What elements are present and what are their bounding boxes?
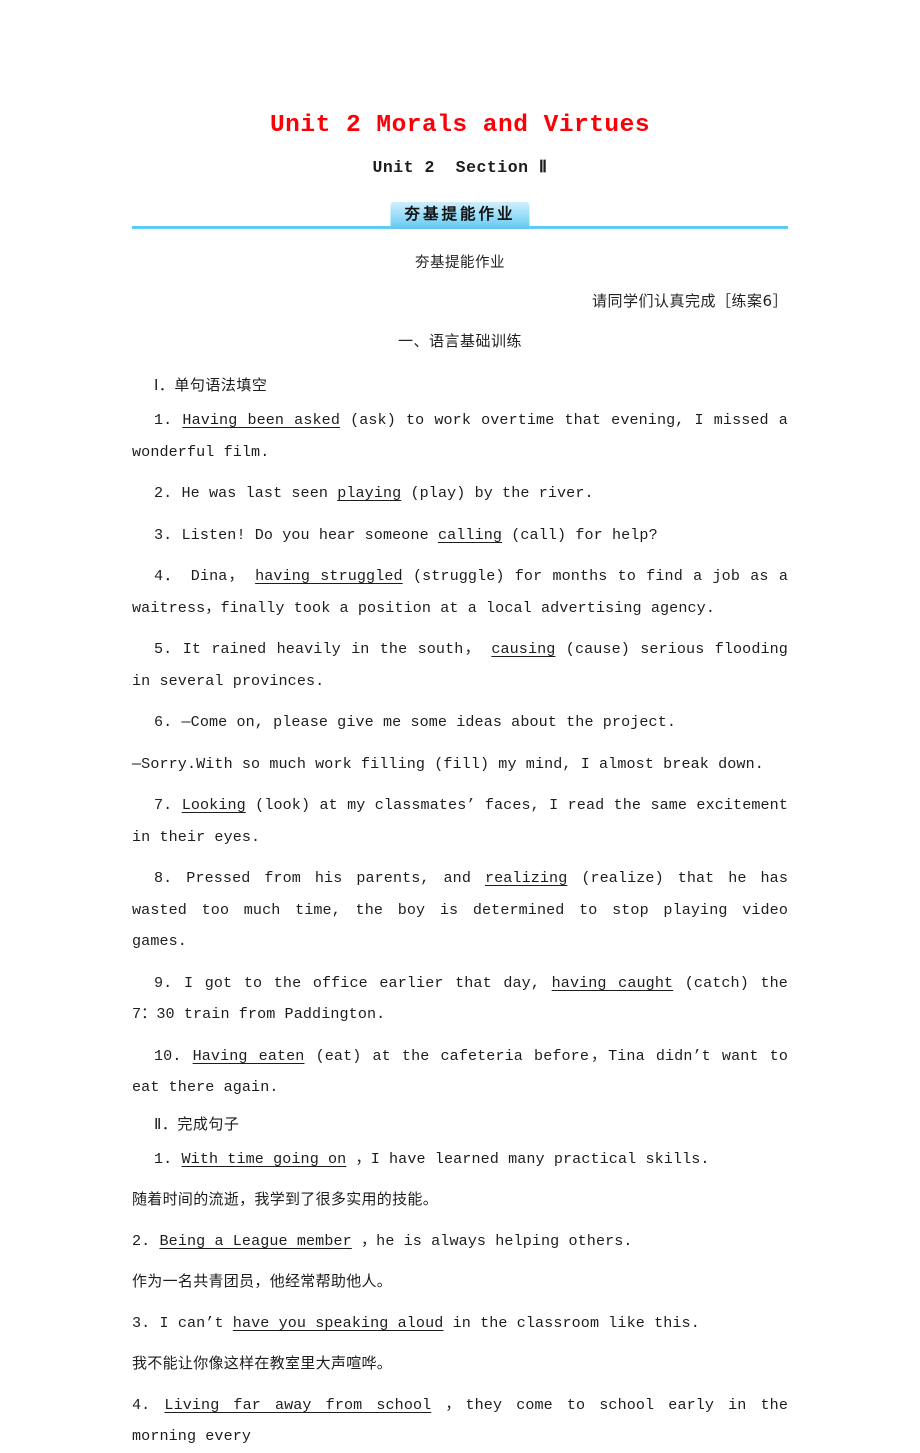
question-text-pre: Pressed from his parents, and	[186, 869, 471, 888]
question-number: 1.	[154, 411, 173, 430]
question-number: 1.	[154, 1149, 173, 1168]
question-item: 9. I got to the office earlier that day,…	[132, 958, 788, 1031]
question-item-continued: —Sorry.With so much work filling (fill) …	[132, 739, 788, 781]
unit-section-subtitle: Unit 2 Section Ⅱ	[372, 158, 548, 178]
page-title: Unit 2 Morals and Virtues	[269, 112, 651, 139]
instruction-note: 请同学们认真完成［练案6］	[591, 292, 788, 311]
translation-line: 作为一名共青团员，他经常帮助他人。	[132, 1272, 393, 1291]
question-text-pre: —Come on, please give me some ideas abou…	[181, 713, 677, 732]
question-item: 4． Dina， having struggled (struggle) for…	[132, 551, 788, 624]
answer-blank[interactable]: playing	[337, 484, 401, 502]
question-number: 5.	[154, 640, 173, 659]
question-item: 8. Pressed from his parents, and realizi…	[132, 853, 788, 958]
question-number: 2.	[132, 1231, 151, 1250]
question-number: 6.	[154, 713, 173, 732]
question-item: 6. —Come on, please give me some ideas a…	[132, 697, 788, 739]
document-page: Unit 2 Morals and Virtues Unit 2 Section…	[0, 0, 920, 1445]
question-number: 8.	[154, 869, 173, 888]
question-text-pre: Dina，	[190, 567, 245, 586]
answer-blank[interactable]: With time going on	[182, 1150, 347, 1168]
question-number: 4.	[132, 1395, 151, 1414]
question-text: ，I have learned many practical skills.	[355, 1149, 710, 1168]
question-number: 10.	[154, 1046, 182, 1065]
question-text-pre: He was last seen	[181, 484, 329, 503]
badge-caption: 夯基提能作业	[415, 255, 505, 272]
answer-blank[interactable]: calling	[438, 526, 502, 544]
question-item: 1. With time going on ，I have learned ma…	[132, 1134, 788, 1176]
answer-blank[interactable]: Having been asked	[182, 411, 340, 429]
question-item: 7. Looking (look) at my classmates’ face…	[132, 780, 788, 853]
answer-blank[interactable]: Being a League member	[160, 1232, 352, 1250]
status-badge: 夯基提能作业	[390, 202, 530, 230]
answer-blank[interactable]: Living far away from school	[164, 1396, 431, 1414]
question-number: 2.	[154, 484, 173, 503]
part-1-label: Ⅰ．单句语法填空	[154, 376, 268, 395]
section-heading: 一、语言基础训练	[397, 332, 522, 351]
question-text-pre: It rained heavily in the south，	[182, 640, 481, 659]
question-number: 9.	[154, 973, 173, 992]
question-text: (call) for help?	[511, 525, 658, 544]
question-text: ，he is always helping others.	[360, 1231, 633, 1250]
answer-blank[interactable]: causing	[491, 640, 555, 658]
question-text: —Sorry.With so much work filling (fill) …	[132, 754, 764, 773]
answer-blank[interactable]: realizing	[485, 869, 567, 887]
question-number: 3.	[132, 1313, 151, 1332]
question-text-pre: I got to the office earlier that day,	[183, 973, 540, 992]
question-item: 5. It rained heavily in the south， causi…	[132, 624, 788, 697]
answer-blank[interactable]: Having eaten	[193, 1047, 305, 1065]
badge-and-rule: 夯基提能作业	[132, 193, 788, 233]
question-item: 3. I can’t have you speaking aloud in th…	[132, 1298, 788, 1340]
question-text: (play) by the river.	[410, 484, 594, 503]
translation-line: 随着时间的流逝，我学到了很多实用的技能。	[132, 1190, 439, 1209]
question-item: 2. Being a League member ，he is always h…	[132, 1216, 788, 1258]
question-item: 1. Having been asked (ask) to work overt…	[132, 395, 788, 468]
question-item: 4. Living far away from school ，they com…	[132, 1380, 788, 1453]
question-number: 7.	[154, 796, 173, 815]
question-item: 2. He was last seen playing (play) by th…	[132, 468, 788, 510]
exercise-body: Ⅰ．单句语法填空 1. Having been asked (ask) to w…	[132, 351, 788, 1453]
answer-blank[interactable]: having caught	[552, 974, 674, 992]
question-text: in the classroom like this.	[452, 1313, 700, 1332]
answer-blank[interactable]: Looking	[182, 796, 246, 814]
question-number: 4．	[154, 567, 181, 586]
answer-blank[interactable]: having struggled	[255, 567, 403, 585]
question-number: 3.	[154, 525, 173, 544]
question-item: 3. Listen! Do you hear someone calling (…	[132, 510, 788, 552]
translation-line: 我不能让你像这样在教室里大声喧哗。	[132, 1354, 393, 1373]
answer-blank[interactable]: have you speaking aloud	[233, 1314, 444, 1332]
question-text-pre: Listen! Do you hear someone	[181, 525, 429, 544]
part-2-label: Ⅱ．完成句子	[154, 1114, 240, 1133]
question-item: 10. Having eaten (eat) at the cafeteria …	[132, 1031, 788, 1104]
question-text-pre: I can’t	[159, 1313, 224, 1332]
